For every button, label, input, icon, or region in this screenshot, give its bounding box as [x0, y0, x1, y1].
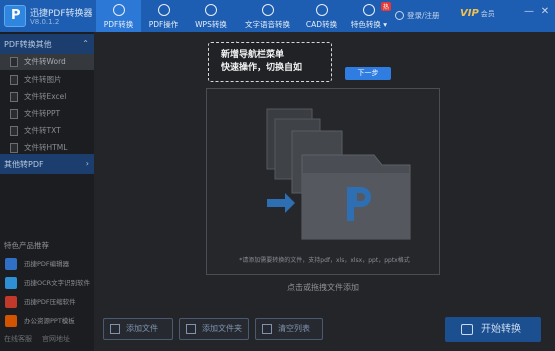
support-link[interactable]: 在线客服: [4, 334, 32, 344]
next-step-button[interactable]: 下一步: [345, 67, 391, 80]
clear-list-button[interactable]: 清空列表: [255, 318, 323, 340]
tab-wps-convert[interactable]: WPS转换: [186, 0, 236, 32]
sidebar-item-ppt[interactable]: 文件转PPT: [0, 106, 94, 122]
product-pdf-compress[interactable]: 迅捷PDF压缩软件: [0, 294, 94, 310]
sidebar-item-excel[interactable]: 文件转Excel: [0, 89, 94, 105]
sidebar-item-word[interactable]: 文件转Word: [0, 54, 94, 70]
clear-icon: [262, 324, 272, 334]
file-icon: [10, 143, 18, 153]
add-file-button[interactable]: 添加文件: [103, 318, 173, 340]
folder-icon: [186, 324, 196, 334]
login-link[interactable]: 登录/注册: [395, 10, 440, 21]
cad-icon: [315, 4, 328, 16]
drop-zone-label: 点击或拖拽文件添加: [287, 283, 359, 292]
gear-icon: [157, 4, 170, 16]
title-bar: P 迅捷PDF转换器 V8.0.1.2 PDF转换 PDF操作 WPS转换 文字…: [0, 0, 555, 32]
tab-text-voice[interactable]: 文字语音转换: [236, 0, 299, 32]
tab-pdf-operate[interactable]: PDF操作: [141, 0, 186, 32]
chevron-right-icon: ›: [85, 159, 89, 168]
supported-formats-hint: *请添加需要转换的文件，支持pdf，xls，xlsx，ppt，pptx格式: [239, 257, 410, 264]
file-icon: [10, 126, 18, 136]
chevron-up-icon: ⌃: [82, 39, 89, 48]
text-voice-icon: [261, 4, 274, 16]
app-version: V8.0.1.2: [30, 18, 60, 26]
vip-button[interactable]: VIP 会员: [460, 8, 495, 19]
product-pdf-editor[interactable]: 迅捷PDF编辑器: [0, 256, 94, 272]
play-icon: [461, 324, 473, 335]
product-ocr[interactable]: 迅捷OCR文字识别软件: [0, 275, 94, 291]
main-nav: PDF转换 PDF操作 WPS转换 文字语音转换 CAD转换 热 特色转换 ▾: [96, 0, 394, 32]
close-button[interactable]: ✕: [540, 6, 550, 17]
add-folder-button[interactable]: 添加文件夹: [179, 318, 249, 340]
user-icon: [395, 11, 404, 20]
convert-icon: [112, 4, 125, 16]
hot-badge: 热: [380, 2, 391, 11]
file-icon: [10, 57, 18, 67]
start-convert-button[interactable]: 开始转换: [445, 317, 541, 342]
website-link[interactable]: 官网地址: [42, 334, 70, 344]
app-logo: P: [4, 5, 26, 27]
sidebar-footer: 在线客服 官网地址: [4, 334, 70, 344]
tab-special-convert[interactable]: 热 特色转换 ▾: [344, 0, 394, 32]
guide-tooltip: 新增导航栏菜单 快速操作，切换自如: [208, 42, 332, 82]
minimize-button[interactable]: —: [524, 6, 534, 17]
file-icon: [10, 109, 18, 119]
tab-pdf-convert[interactable]: PDF转换: [96, 0, 141, 32]
compress-icon: [5, 296, 17, 308]
section-pdf-to-other[interactable]: PDF转换其他 ⌃: [0, 34, 94, 54]
tab-cad-convert[interactable]: CAD转换: [299, 0, 344, 32]
product-ppt-templates[interactable]: 办公资源PPT模板: [0, 313, 94, 329]
file-drop-zone[interactable]: 点击或拖拽文件添加: [206, 88, 440, 292]
drop-illustration: [266, 108, 411, 240]
file-icon: [10, 75, 18, 85]
wps-icon: [205, 4, 217, 16]
add-file-icon: [110, 324, 120, 334]
special-icon: [363, 4, 375, 16]
ppt-icon: [5, 315, 17, 327]
sidebar-item-txt[interactable]: 文件转TXT: [0, 123, 94, 139]
pdf-editor-icon: [5, 258, 17, 270]
file-icon: [10, 92, 18, 102]
ocr-icon: [5, 277, 17, 289]
sidebar: PDF转换其他 ⌃ 文件转Word 文件转图片 文件转Excel 文件转PPT …: [0, 32, 94, 351]
main-panel: ︿ 新增导航栏菜单 快速操作，切换自如 下一步 点击或拖拽文件添加 *请添加需要…: [94, 32, 555, 351]
sidebar-item-image[interactable]: 文件转图片: [0, 72, 94, 88]
products-title: 特色产品推荐: [4, 241, 49, 250]
section-other-to-pdf[interactable]: 其他转PDF ›: [0, 154, 94, 174]
